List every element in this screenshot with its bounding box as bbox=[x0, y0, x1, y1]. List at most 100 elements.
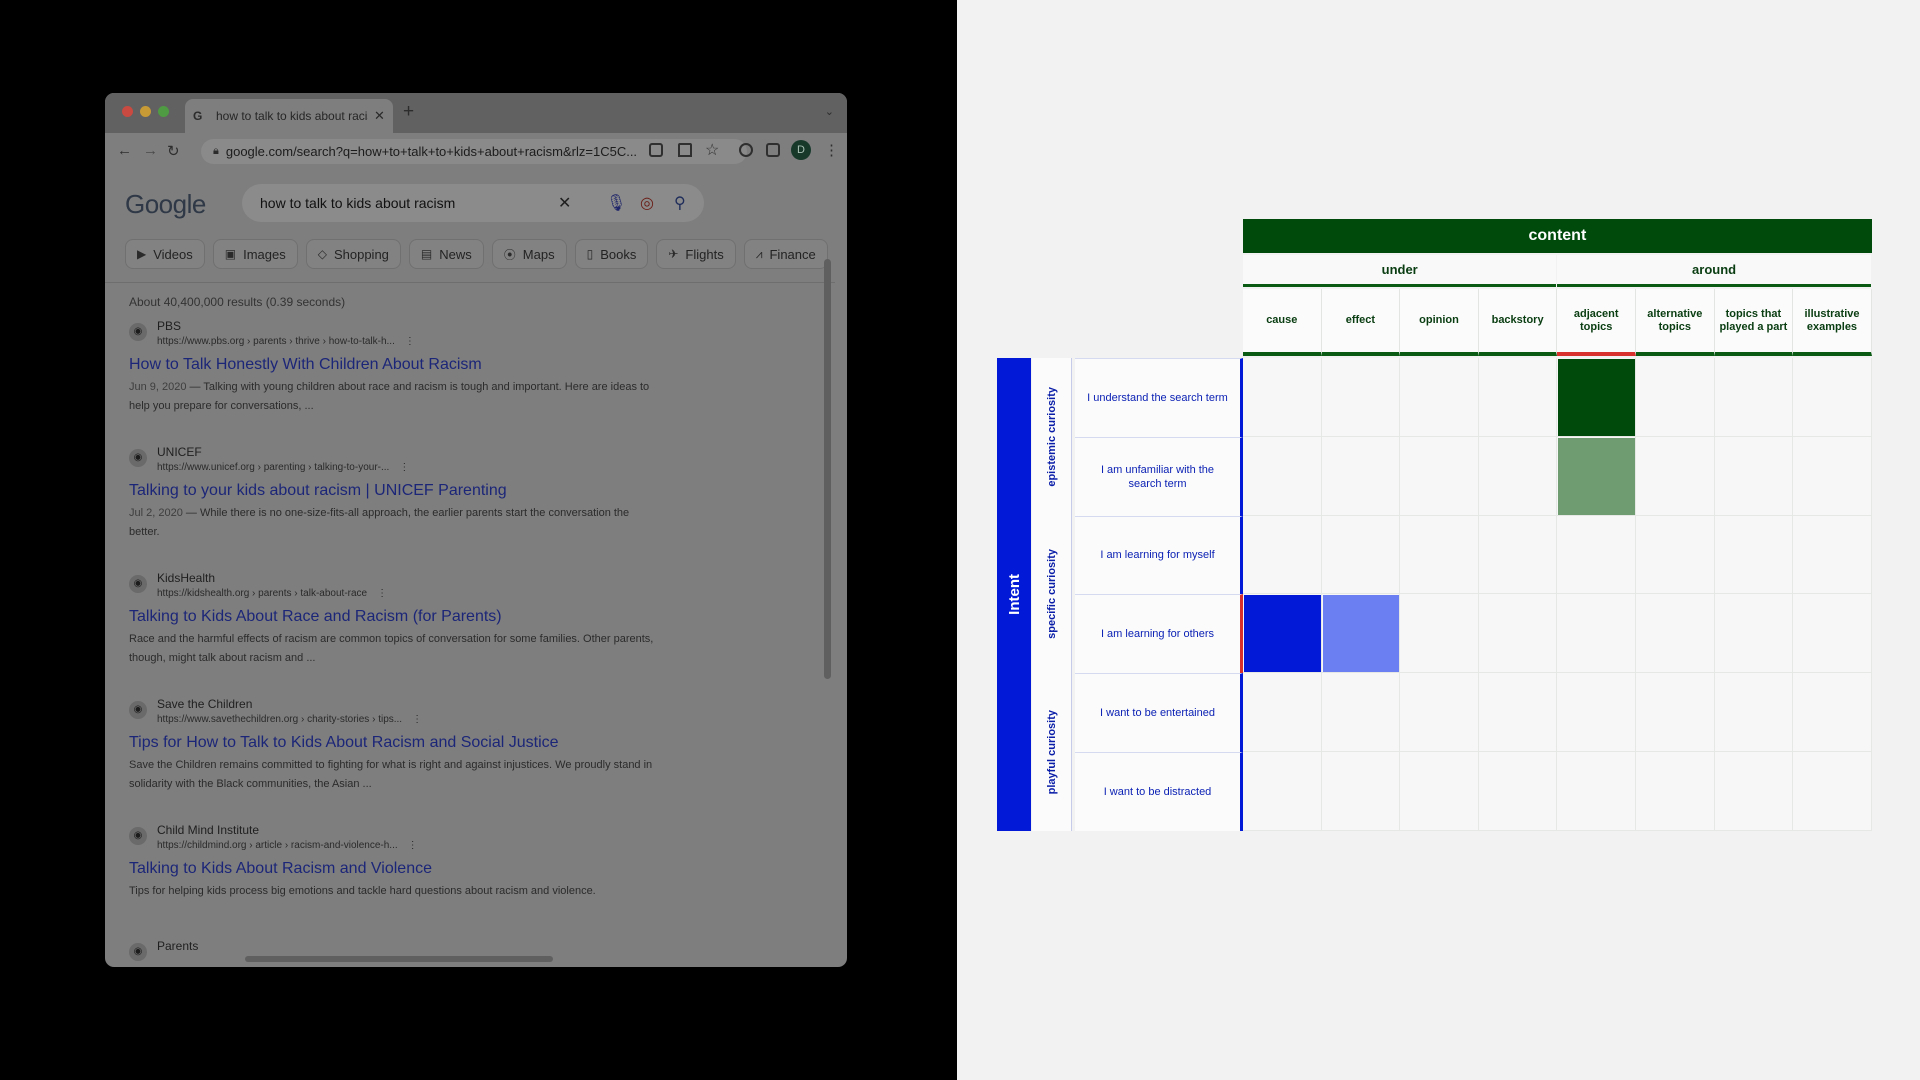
chip-label: Finance bbox=[769, 246, 816, 262]
matrix-cell bbox=[1636, 358, 1715, 437]
browser-window: G how to talk to kids about racism ✕ + ⌄… bbox=[105, 93, 847, 967]
search-input[interactable]: how to talk to kids about racism ✕ 🎙︎ ◎ … bbox=[242, 184, 704, 222]
search-result: ◉ KidsHealth https://kidshealth.org › pa… bbox=[129, 571, 689, 668]
row-label-5: I want to be distracted bbox=[1075, 752, 1243, 831]
matrix-cell bbox=[1714, 594, 1794, 674]
matrix-cell bbox=[1321, 358, 1401, 437]
filter-chip-images[interactable]: ▣ Images bbox=[212, 239, 298, 269]
translate-icon[interactable] bbox=[649, 143, 663, 157]
finance-chart-icon: ⩘ bbox=[755, 246, 763, 261]
site-favicon-icon: ◉ bbox=[129, 943, 147, 961]
result-url[interactable]: https://www.pbs.org › parents › thrive ›… bbox=[157, 334, 415, 349]
matrix-cell bbox=[1793, 673, 1872, 752]
filter-chip-shopping[interactable]: ◇ Shopping bbox=[305, 239, 401, 269]
matrix-cell bbox=[1557, 673, 1636, 752]
filter-chip-maps[interactable]: ⦿ Maps bbox=[491, 239, 567, 269]
search-query: how to talk to kids about racism bbox=[260, 195, 456, 211]
chip-label: News bbox=[439, 246, 472, 262]
bookmark-star-icon[interactable]: ☆ bbox=[705, 140, 719, 160]
matrix-cell bbox=[1243, 515, 1322, 595]
filled-cell bbox=[1322, 595, 1400, 673]
result-menu-icon[interactable]: ⋮ bbox=[377, 588, 387, 599]
filter-chip-news[interactable]: ▤ News bbox=[408, 239, 484, 269]
maximize-window-icon[interactable] bbox=[158, 106, 169, 117]
matrix-cell bbox=[1243, 436, 1322, 516]
intent-group-text: epistemic curiosity bbox=[1045, 386, 1058, 487]
result-title[interactable]: How to Talk Honestly With Children About… bbox=[129, 355, 689, 375]
result-url[interactable]: https://www.unicef.org › parenting › tal… bbox=[157, 460, 409, 475]
matrix-cell bbox=[1793, 358, 1872, 437]
filter-chip-flights[interactable]: ✈ Flights bbox=[656, 239, 736, 269]
address-url: google.com/search?q=how+to+talk+to+kids+… bbox=[225, 144, 636, 159]
result-url-text: https://www.pbs.org › parents › thrive ›… bbox=[157, 336, 395, 347]
browser-tab[interactable]: G how to talk to kids about racism ✕ bbox=[185, 99, 393, 133]
result-site[interactable]: Save the Children bbox=[157, 697, 422, 712]
result-title[interactable]: Talking to your kids about racism | UNIC… bbox=[129, 481, 689, 501]
intent-group-text: playful curiosity bbox=[1045, 709, 1058, 795]
column-group-under: under bbox=[1243, 255, 1557, 287]
result-url-text: https://kidshealth.org › parents › talk-… bbox=[157, 588, 368, 599]
column-header-illustrative-examples: illustrative examples bbox=[1793, 289, 1872, 356]
result-site[interactable]: Parents bbox=[157, 939, 198, 954]
intent-label: Intent bbox=[997, 358, 1031, 831]
profile-avatar[interactable]: D bbox=[791, 140, 811, 160]
result-menu-icon[interactable]: ⋮ bbox=[412, 714, 422, 725]
column-header-backstory: backstory bbox=[1478, 289, 1558, 356]
matrix-cell bbox=[1400, 673, 1479, 752]
filter-chip-videos[interactable]: ▶ Videos bbox=[125, 239, 205, 269]
intent-group-specific-curiosity: specific curiosity bbox=[1032, 515, 1072, 674]
result-url[interactable]: https://kidshealth.org › parents › talk-… bbox=[157, 586, 387, 601]
tab-search-chevron-icon[interactable]: ⌄ bbox=[825, 105, 834, 118]
result-url[interactable]: https://www.savethechildren.org › charit… bbox=[157, 712, 422, 727]
search-result: ◉ Save the Children https://www.savethec… bbox=[129, 697, 689, 794]
site-favicon-icon: ◉ bbox=[129, 323, 147, 341]
matrix-cell bbox=[1714, 752, 1794, 831]
chip-label: Books bbox=[600, 246, 637, 262]
shopping-tag-icon: ◇ bbox=[317, 247, 327, 261]
matrix-cell bbox=[1636, 752, 1715, 831]
google-favicon-icon: G bbox=[193, 109, 203, 123]
image-search-icon[interactable]: ◎ bbox=[640, 193, 654, 213]
reload-icon[interactable]: ↻ bbox=[167, 142, 180, 160]
result-menu-icon[interactable]: ⋮ bbox=[405, 336, 415, 347]
row-label-2: I am learning for myself bbox=[1075, 515, 1243, 595]
column-header-effect: effect bbox=[1321, 289, 1401, 356]
result-site[interactable]: KidsHealth bbox=[157, 571, 387, 586]
voice-search-icon[interactable]: 🎙︎ bbox=[606, 193, 626, 213]
filter-chip-finance[interactable]: ⩘ Finance bbox=[743, 239, 828, 269]
share-icon[interactable] bbox=[678, 143, 692, 157]
result-site[interactable]: PBS bbox=[157, 319, 415, 334]
filter-chip-books[interactable]: ▯ Books bbox=[574, 239, 649, 269]
result-site[interactable]: UNICEF bbox=[157, 445, 409, 460]
close-window-icon[interactable] bbox=[122, 106, 133, 117]
vertical-scrollbar[interactable] bbox=[824, 259, 831, 679]
matrix-cell bbox=[1636, 594, 1715, 674]
forward-icon[interactable]: → bbox=[143, 142, 158, 159]
result-title[interactable]: Tips for How to Talk to Kids About Racis… bbox=[129, 733, 689, 753]
extensions-icon[interactable] bbox=[739, 143, 753, 157]
result-menu-icon[interactable]: ⋮ bbox=[399, 462, 409, 473]
google-logo[interactable]: Google bbox=[125, 189, 206, 220]
address-bar[interactable]: 🔒︎ google.com/search?q=how+to+talk+to+ki… bbox=[201, 139, 747, 164]
side-panel-icon[interactable] bbox=[766, 143, 780, 157]
book-icon: ▯ bbox=[586, 247, 594, 261]
result-title[interactable]: Talking to Kids About Race and Racism (f… bbox=[129, 607, 689, 627]
search-icon[interactable]: ⚲ bbox=[674, 193, 686, 213]
new-tab-icon[interactable]: + bbox=[403, 101, 414, 123]
horizontal-scrollbar[interactable] bbox=[245, 956, 553, 962]
result-site[interactable]: Child Mind Institute bbox=[157, 823, 418, 838]
result-url[interactable]: https://childmind.org › article › racism… bbox=[157, 838, 418, 853]
result-title[interactable]: Talking to Kids About Racism and Violenc… bbox=[129, 859, 689, 879]
result-stats: About 40,400,000 results (0.39 seconds) bbox=[129, 295, 346, 309]
browser-menu-icon[interactable]: ⋮ bbox=[824, 141, 839, 159]
left-backdrop: G how to talk to kids about racism ✕ + ⌄… bbox=[0, 0, 957, 1080]
matrix-cell bbox=[1636, 515, 1715, 595]
back-icon[interactable]: ← bbox=[117, 142, 132, 159]
matrix-cell bbox=[1478, 673, 1558, 752]
matrix-cell bbox=[1557, 515, 1636, 595]
result-menu-icon[interactable]: ⋮ bbox=[408, 840, 418, 851]
minimize-window-icon[interactable] bbox=[140, 106, 151, 117]
result-snippet-text: Talking with young children about race a… bbox=[129, 381, 650, 412]
tab-close-icon[interactable]: ✕ bbox=[374, 108, 385, 124]
clear-search-icon[interactable]: ✕ bbox=[558, 193, 571, 213]
